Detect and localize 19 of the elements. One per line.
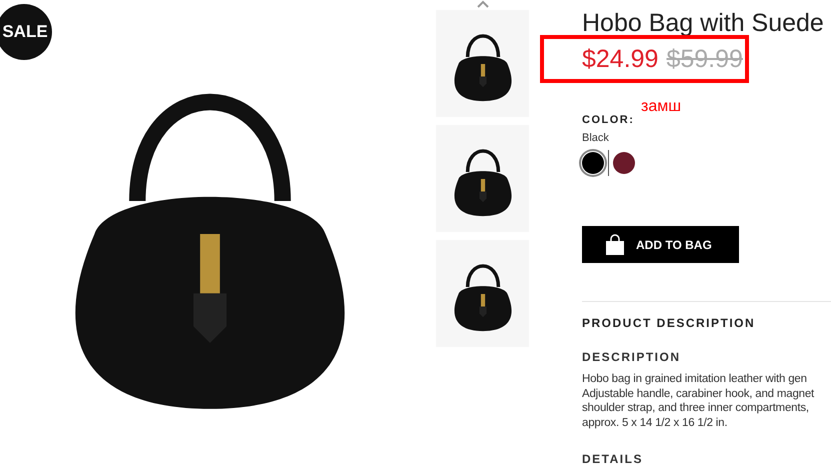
original-price: $59.99 [666, 44, 743, 74]
description-title: DESCRIPTION [582, 349, 682, 366]
add-to-bag-button[interactable]: ADD TO BAG [582, 226, 739, 264]
product-title: Hobo Bag with Suede [582, 8, 825, 38]
color-swatch[interactable] [613, 152, 635, 174]
annotation-note: замш [641, 97, 682, 117]
details-title: DETAILS [582, 451, 644, 468]
thumbnail[interactable] [436, 240, 529, 347]
section-title: PRODUCT DESCRIPTION [582, 315, 756, 332]
scroll-up-icon[interactable] [477, 0, 489, 8]
shopping-bag-icon [604, 234, 626, 256]
color-swatch[interactable] [582, 152, 604, 174]
color-name: Black [582, 130, 610, 146]
sale-badge: SALE [0, 4, 52, 60]
thumbnail[interactable] [436, 125, 529, 232]
thumbnail[interactable] [436, 10, 529, 117]
color-label: COLOR: [582, 113, 634, 128]
description-text: Hobo bag in grained imitation leather with gen Adjustable handle, carabiner hook, and magnet shoulder strap, and three inner compartments, approx. 5 x 14 1/2 x 16 1/2 in. [582, 372, 814, 430]
sale-price: $24.99 [582, 44, 658, 74]
